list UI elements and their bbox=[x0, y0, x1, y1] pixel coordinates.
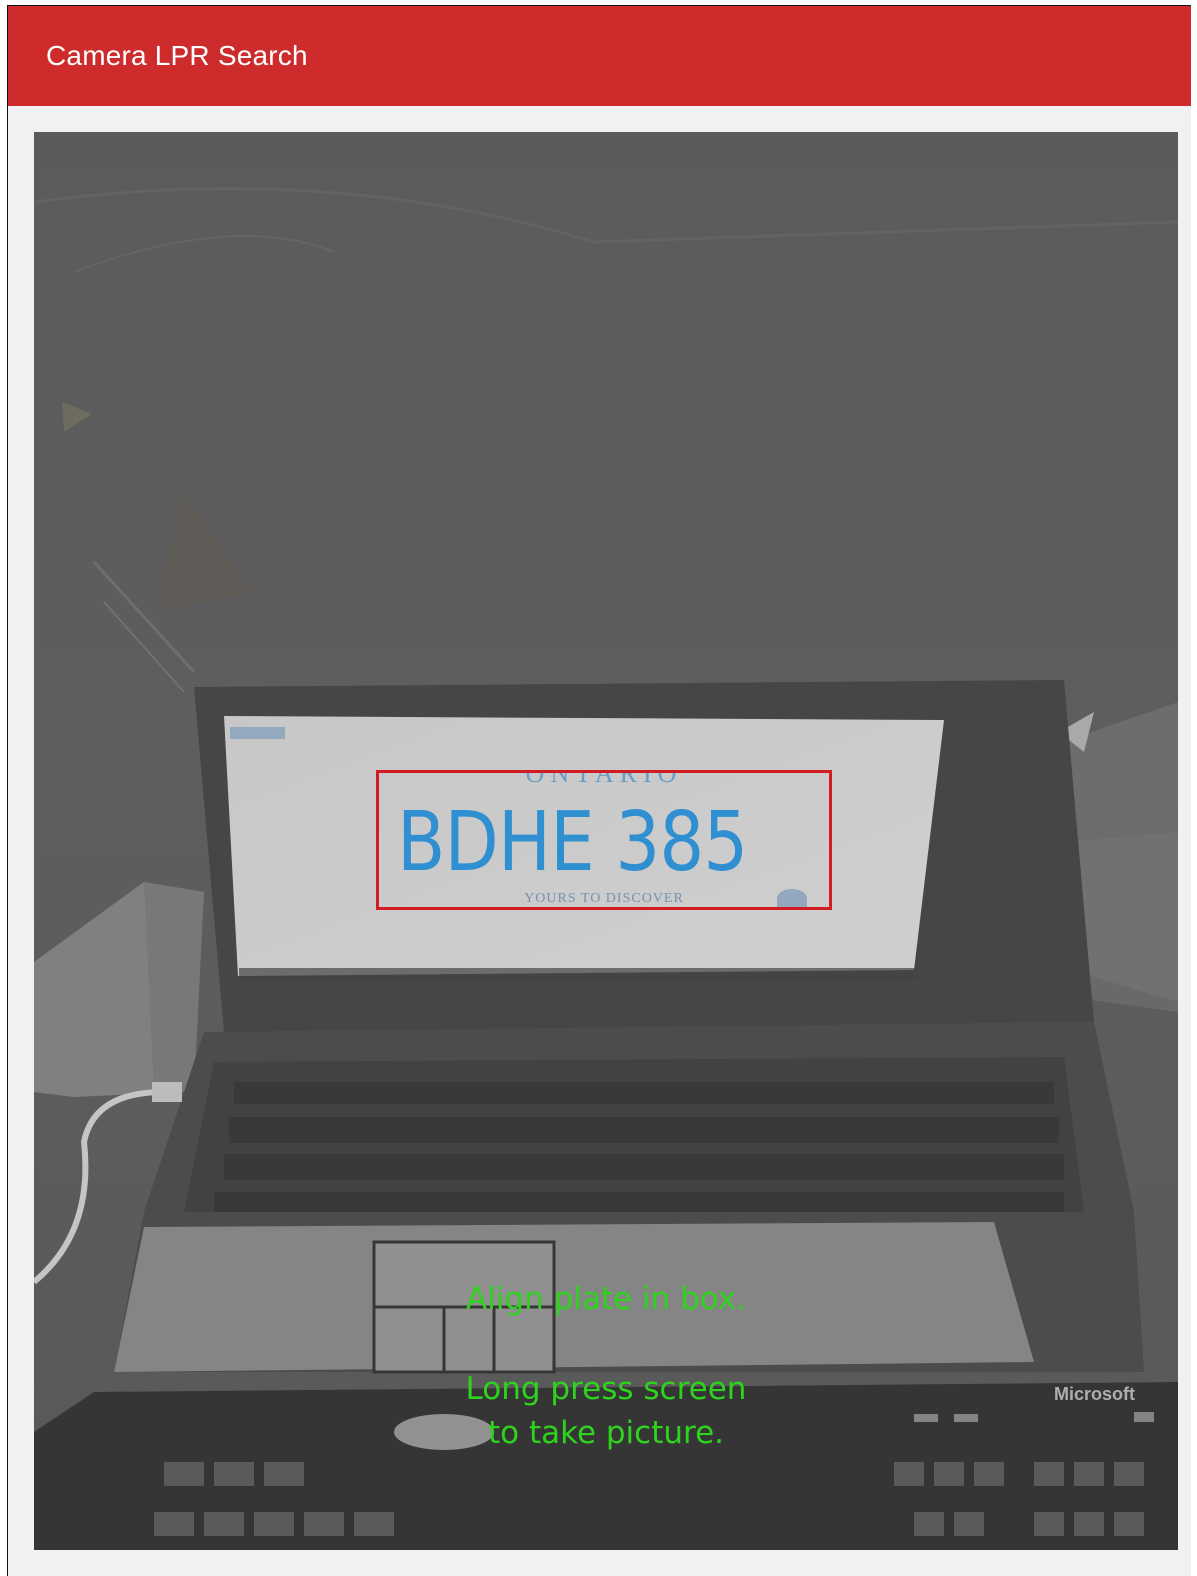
app-title: Camera LPR Search bbox=[46, 40, 308, 71]
plate-crest-icon bbox=[777, 889, 807, 907]
align-instruction: Align plate in box. bbox=[466, 1281, 746, 1317]
plate-slogan: YOURS TO DISCOVER bbox=[524, 891, 684, 906]
plate-alignment-box: ONTARIO BDHE 385 YOURS TO DISCOVER bbox=[376, 770, 832, 910]
app-bar: Camera LPR Search bbox=[8, 6, 1191, 106]
plate-province: ONTARIO bbox=[525, 770, 683, 788]
capture-instruction-line1: Long press screen bbox=[465, 1371, 747, 1407]
camera-viewfinder[interactable]: Microsoft ONTARIO BDHE 385 YOURS TO DISC… bbox=[34, 132, 1178, 1550]
app-window: Camera LPR Search Microsoft ONTARIO BDHE… bbox=[7, 5, 1191, 1576]
capture-instruction: Long press screen to take picture. bbox=[34, 1367, 1178, 1455]
capture-instruction-line2: to take picture. bbox=[487, 1415, 725, 1451]
plate-number: BDHE 385 bbox=[397, 795, 748, 890]
